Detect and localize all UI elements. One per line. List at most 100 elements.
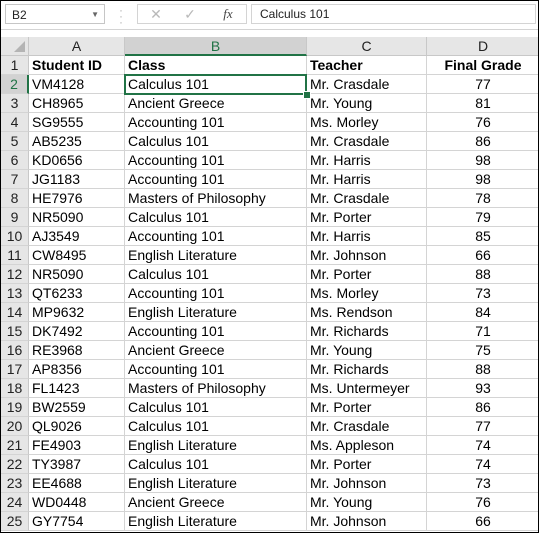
row-header-23[interactable]: 23 xyxy=(1,474,29,493)
row-header-24[interactable]: 24 xyxy=(1,493,29,512)
cell-b21[interactable]: English Literature xyxy=(125,436,307,455)
cell-c11[interactable]: Mr. Johnson xyxy=(307,246,427,265)
cell-b9[interactable]: Calculus 101 xyxy=(125,208,307,227)
cell-a11[interactable]: CW8495 xyxy=(29,246,125,265)
row-header-6[interactable]: 6 xyxy=(1,151,29,170)
column-header-d[interactable]: D xyxy=(427,37,538,56)
cell-c4[interactable]: Ms. Morley xyxy=(307,113,427,132)
drag-handle-icon[interactable]: · · · xyxy=(119,4,123,28)
cell-b12[interactable]: Calculus 101 xyxy=(125,265,307,284)
cell-c6[interactable]: Mr. Harris xyxy=(307,151,427,170)
cell-b19[interactable]: Calculus 101 xyxy=(125,398,307,417)
cell-d5[interactable]: 86 xyxy=(427,132,538,151)
cell-b11[interactable]: English Literature xyxy=(125,246,307,265)
row-header-22[interactable]: 22 xyxy=(1,455,29,474)
cell-c20[interactable]: Mr. Crasdale xyxy=(307,417,427,436)
cell-d16[interactable]: 75 xyxy=(427,341,538,360)
cell-b13[interactable]: Accounting 101 xyxy=(125,284,307,303)
cell-c19[interactable]: Mr. Porter xyxy=(307,398,427,417)
cell-a5[interactable]: AB5235 xyxy=(29,132,125,151)
cell-a19[interactable]: BW2559 xyxy=(29,398,125,417)
cell-a8[interactable]: HE7976 xyxy=(29,189,125,208)
row-header-14[interactable]: 14 xyxy=(1,303,29,322)
row-header-16[interactable]: 16 xyxy=(1,341,29,360)
cell-a6[interactable]: KD0656 xyxy=(29,151,125,170)
cell-c12[interactable]: Mr. Porter xyxy=(307,265,427,284)
cell-b20[interactable]: Calculus 101 xyxy=(125,417,307,436)
column-header-c[interactable]: C xyxy=(307,37,427,56)
cell-a3[interactable]: CH8965 xyxy=(29,94,125,113)
cell-d6[interactable]: 98 xyxy=(427,151,538,170)
insert-function-icon[interactable]: fx xyxy=(216,5,240,23)
cell-c8[interactable]: Mr. Crasdale xyxy=(307,189,427,208)
cell-a13[interactable]: QT6233 xyxy=(29,284,125,303)
cell-a24[interactable]: WD0448 xyxy=(29,493,125,512)
cell-b7[interactable]: Accounting 101 xyxy=(125,170,307,189)
cell-d21[interactable]: 74 xyxy=(427,436,538,455)
row-header-20[interactable]: 20 xyxy=(1,417,29,436)
row-header-3[interactable]: 3 xyxy=(1,94,29,113)
cell-d8[interactable]: 78 xyxy=(427,189,538,208)
cell-d10[interactable]: 85 xyxy=(427,227,538,246)
cell-a15[interactable]: DK7492 xyxy=(29,322,125,341)
column-title-cell[interactable]: Student ID xyxy=(29,56,125,75)
cell-a18[interactable]: FL1423 xyxy=(29,379,125,398)
cell-b3[interactable]: Ancient Greece xyxy=(125,94,307,113)
row-header-8[interactable]: 8 xyxy=(1,189,29,208)
cell-d17[interactable]: 88 xyxy=(427,360,538,379)
cell-d25[interactable]: 66 xyxy=(427,512,538,531)
cell-b8[interactable]: Masters of Philosophy xyxy=(125,189,307,208)
cell-b2[interactable]: Calculus 101 xyxy=(125,75,307,94)
cell-d18[interactable]: 93 xyxy=(427,379,538,398)
cell-a16[interactable]: RE3968 xyxy=(29,341,125,360)
cell-d24[interactable]: 76 xyxy=(427,493,538,512)
row-header-7[interactable]: 7 xyxy=(1,170,29,189)
cell-a10[interactable]: AJ3549 xyxy=(29,227,125,246)
cell-a2[interactable]: VM4128 xyxy=(29,75,125,94)
cell-b4[interactable]: Accounting 101 xyxy=(125,113,307,132)
row-header-13[interactable]: 13 xyxy=(1,284,29,303)
cell-a21[interactable]: FE4903 xyxy=(29,436,125,455)
row-header-4[interactable]: 4 xyxy=(1,113,29,132)
column-title-cell[interactable]: Class xyxy=(125,56,307,75)
cell-c17[interactable]: Mr. Richards xyxy=(307,360,427,379)
cell-a17[interactable]: AP8356 xyxy=(29,360,125,379)
cell-a4[interactable]: SG9555 xyxy=(29,113,125,132)
chevron-down-icon[interactable]: ▼ xyxy=(91,5,99,25)
row-header-21[interactable]: 21 xyxy=(1,436,29,455)
cell-d19[interactable]: 86 xyxy=(427,398,538,417)
cell-c7[interactable]: Mr. Harris xyxy=(307,170,427,189)
row-header-11[interactable]: 11 xyxy=(1,246,29,265)
cell-d2[interactable]: 77 xyxy=(427,75,538,94)
cell-b15[interactable]: Accounting 101 xyxy=(125,322,307,341)
select-all-button[interactable] xyxy=(1,37,29,56)
cell-c24[interactable]: Mr. Young xyxy=(307,493,427,512)
cell-b16[interactable]: Ancient Greece xyxy=(125,341,307,360)
cell-b22[interactable]: Calculus 101 xyxy=(125,455,307,474)
cell-a25[interactable]: GY7754 xyxy=(29,512,125,531)
cell-a9[interactable]: NR5090 xyxy=(29,208,125,227)
cell-c10[interactable]: Mr. Harris xyxy=(307,227,427,246)
cell-c21[interactable]: Ms. Appleson xyxy=(307,436,427,455)
cell-a12[interactable]: NR5090 xyxy=(29,265,125,284)
cell-d4[interactable]: 76 xyxy=(427,113,538,132)
cell-c18[interactable]: Ms. Untermeyer xyxy=(307,379,427,398)
cell-c2[interactable]: Mr. Crasdale xyxy=(307,75,427,94)
name-box[interactable]: B2 ▼ xyxy=(5,4,105,24)
row-header-12[interactable]: 12 xyxy=(1,265,29,284)
cell-d9[interactable]: 79 xyxy=(427,208,538,227)
cell-d3[interactable]: 81 xyxy=(427,94,538,113)
row-header-5[interactable]: 5 xyxy=(1,132,29,151)
cancel-icon[interactable]: ✕ xyxy=(144,5,168,23)
cell-a23[interactable]: EE4688 xyxy=(29,474,125,493)
cell-b24[interactable]: Ancient Greece xyxy=(125,493,307,512)
fill-handle[interactable] xyxy=(303,91,311,99)
cell-a14[interactable]: MP9632 xyxy=(29,303,125,322)
formula-input[interactable]: Calculus 101 xyxy=(251,4,536,24)
column-header-a[interactable]: A xyxy=(29,37,125,56)
cell-c13[interactable]: Ms. Morley xyxy=(307,284,427,303)
cell-c25[interactable]: Mr. Johnson xyxy=(307,512,427,531)
cell-c5[interactable]: Mr. Crasdale xyxy=(307,132,427,151)
cell-b25[interactable]: English Literature xyxy=(125,512,307,531)
cell-d22[interactable]: 74 xyxy=(427,455,538,474)
